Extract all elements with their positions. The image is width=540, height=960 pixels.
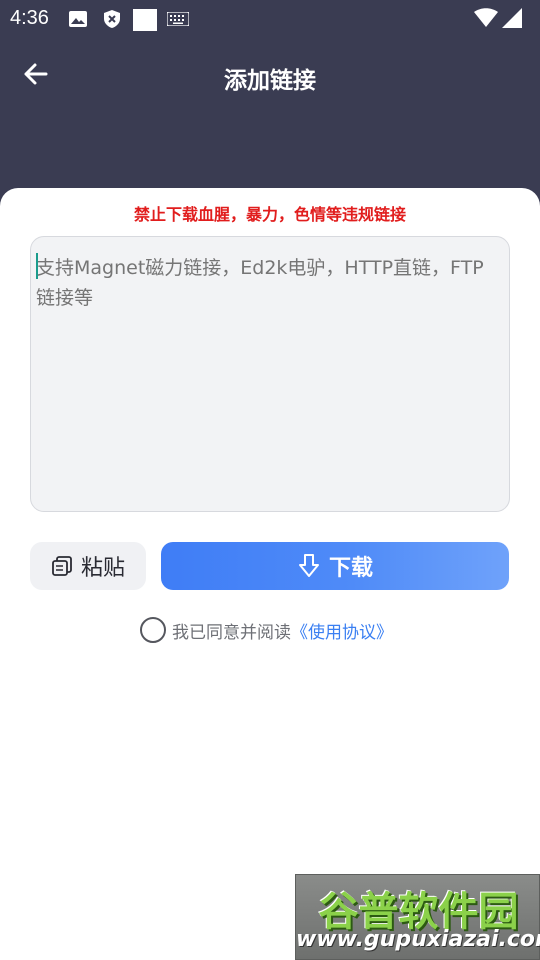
app-bar: 添加链接 bbox=[0, 50, 540, 100]
watermark-logo: 谷普软件园 www.gupuxiazai.com bbox=[295, 874, 540, 960]
copy-icon bbox=[52, 556, 72, 576]
warning-text: 禁止下载血腥，暴力，色情等违规链接 bbox=[133, 205, 406, 224]
watermark-url: www.gupuxiazai.com bbox=[296, 927, 540, 952]
shield-icon bbox=[104, 10, 120, 28]
wifi-icon bbox=[474, 8, 498, 27]
page-title: 添加链接 bbox=[224, 68, 316, 94]
text-caret bbox=[36, 253, 38, 279]
blank-notification-icon bbox=[133, 9, 157, 31]
agreement-text: 我已同意并阅读 bbox=[172, 622, 291, 643]
download-label: 下载 bbox=[328, 556, 373, 581]
agreement-row: 我已同意并阅读 《使用协议》 bbox=[140, 615, 393, 645]
image-icon bbox=[69, 11, 87, 27]
terms-link[interactable]: 《使用协议》 bbox=[291, 618, 393, 643]
paste-button[interactable]: 粘贴 bbox=[30, 542, 146, 590]
link-input[interactable] bbox=[30, 236, 510, 512]
agreement-checkbox[interactable] bbox=[140, 617, 166, 643]
signal-icon bbox=[502, 8, 522, 28]
download-button[interactable]: 下载 bbox=[161, 542, 509, 590]
paste-label: 粘贴 bbox=[80, 556, 125, 581]
status-time: 4:36 bbox=[10, 7, 49, 29]
status-bar: 4:36 bbox=[0, 0, 540, 38]
download-arrow-icon bbox=[298, 554, 319, 577]
keyboard-icon bbox=[167, 12, 189, 26]
